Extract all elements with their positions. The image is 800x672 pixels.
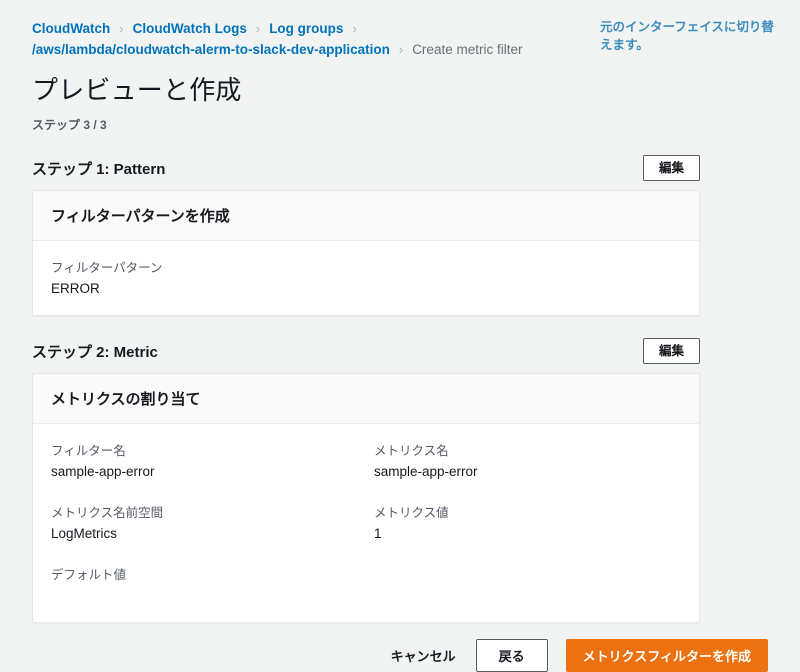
detail-value: sample-app-error — [51, 464, 155, 479]
breadcrumb-separator-icon: › — [352, 21, 357, 36]
edit-section-button[interactable]: 編集 — [642, 338, 700, 364]
detail-field: メトリクス値 1 — [374, 502, 681, 542]
card-title: フィルターパターンを作成 — [51, 208, 230, 225]
detail-label: フィルター名 — [51, 444, 126, 458]
breadcrumb: CloudWatch › CloudWatch Logs › Log groups › /a… — [32, 18, 592, 60]
card-header: フィルターパターンを作成 — [33, 191, 699, 241]
review-section: ステップ 2: Metric 編集メトリクスの割り当て フィルター名 sample-a… — [32, 338, 700, 623]
detail-value — [51, 588, 358, 604]
card-title: メトリクスの割り当て — [51, 391, 201, 408]
back-button[interactable]: 戻る — [475, 639, 548, 672]
switch-interface-link[interactable]: 元のインターフェイスに切り替えます。 — [600, 18, 778, 54]
section-header: ステップ 1: Pattern 編集 — [32, 155, 700, 181]
detail-label: メトリクス名 — [374, 444, 449, 458]
detail-grid: フィルターパターン ERROR — [51, 257, 681, 297]
detail-field: フィルターパターン ERROR — [51, 257, 681, 297]
breadcrumb-separator-icon: › — [255, 21, 261, 36]
page-header: プレビューと作成 ステップ 3 / 3 — [0, 60, 800, 133]
detail-value: sample-app-error — [374, 464, 478, 479]
detail-label: メトリクス名前空間 — [51, 506, 164, 520]
detail-label: メトリクス値 — [374, 506, 449, 520]
card-body: フィルター名 sample-app-error メトリクス名 sample-app-e… — [33, 424, 699, 622]
section-header: ステップ 2: Metric 編集 — [32, 338, 700, 364]
breadcrumb-item[interactable]: CloudWatch Logs — [133, 18, 247, 39]
breadcrumb-separator-icon: › — [119, 21, 124, 36]
breadcrumb-item: Create metric filter — [412, 42, 523, 57]
detail-label: デフォルト値 — [51, 568, 127, 582]
section-title: ステップ 1: Pattern — [32, 160, 166, 178]
breadcrumb-separator-icon: › — [398, 42, 404, 57]
detail-value: LogMetrics — [51, 526, 118, 541]
section-title: ステップ 2: Metric — [32, 343, 158, 361]
step-indicator: ステップ 3 / 3 — [32, 118, 107, 132]
form-actions: キャンセル 戻る メトリクスフィルターを作成 — [0, 623, 800, 672]
card-header: メトリクスの割り当て — [33, 374, 699, 424]
edit-section-button[interactable]: 編集 — [642, 155, 700, 181]
create-metric-filter-button[interactable]: メトリクスフィルターを作成 — [565, 639, 768, 672]
breadcrumb-item[interactable]: /aws/lambda/cloudwatch-alerm-to-slack-de… — [32, 39, 390, 60]
breadcrumb-item[interactable]: CloudWatch — [32, 18, 110, 39]
card-body: フィルターパターン ERROR — [33, 241, 699, 315]
detail-field: デフォルト値 — [51, 564, 358, 604]
detail-value: 1 — [374, 526, 382, 541]
cancel-button[interactable]: キャンセル — [389, 640, 458, 671]
page-title: プレビューと作成 — [32, 75, 242, 105]
top-bar: CloudWatch › CloudWatch Logs › Log groups › /a… — [0, 0, 800, 60]
detail-grid: フィルター名 sample-app-error メトリクス名 sample-app-e… — [51, 440, 681, 604]
review-section: ステップ 1: Pattern 編集フィルターパターンを作成 フィルターパターン ER… — [32, 155, 700, 316]
detail-field: メトリクス名前空間 LogMetrics — [51, 502, 358, 542]
review-card: フィルターパターンを作成 フィルターパターン ERROR — [32, 190, 700, 316]
detail-field: メトリクス名 sample-app-error — [374, 440, 681, 480]
review-card: メトリクスの割り当て フィルター名 sample-app-error メトリクス名 sa… — [32, 373, 700, 623]
detail-field: フィルター名 sample-app-error — [51, 440, 358, 480]
breadcrumb-item[interactable]: Log groups — [269, 18, 343, 39]
detail-label: フィルターパターン — [51, 261, 163, 275]
detail-value: ERROR — [51, 281, 100, 296]
